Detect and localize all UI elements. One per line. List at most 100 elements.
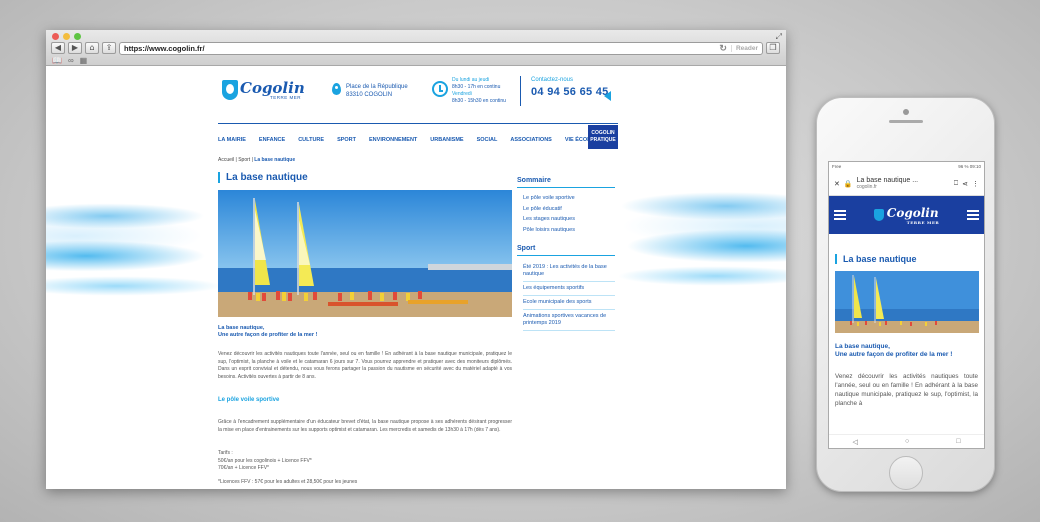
top-sites-icon[interactable]: ▦ xyxy=(80,56,88,65)
menu-item-mairie[interactable]: LA MAIRIE xyxy=(218,137,246,143)
phone-screen: Free 96 % 09:10 ✕ 🔒 La base nautique ...… xyxy=(828,161,985,449)
tab-title: La base nautique ... xyxy=(856,176,919,184)
hours-label-2: Vendredi xyxy=(452,91,472,97)
location-pin-icon xyxy=(332,83,341,95)
mobile-intro-heading: La base nautique, Une autre façon de pro… xyxy=(835,343,984,358)
menu-item-associations[interactable]: ASSOCIATIONS xyxy=(510,137,551,143)
phone-home-button[interactable] xyxy=(889,456,923,490)
menu-item-culture[interactable]: CULTURE xyxy=(298,137,324,143)
mobile-phone-mockup: Free 96 % 09:10 ✕ 🔒 La base nautique ...… xyxy=(816,97,995,492)
bookmarks-book-icon[interactable]: 📖 xyxy=(52,56,62,65)
bookmarks-bar: 📖 ∞ ▦ xyxy=(52,56,87,65)
nav-recents-icon[interactable]: □ xyxy=(956,438,960,445)
cogolin-shield-icon xyxy=(873,209,884,221)
sport-title: Sport xyxy=(517,245,615,256)
reading-list-icon[interactable]: ∞ xyxy=(68,56,74,65)
nav-home-icon[interactable]: ○ xyxy=(905,438,909,445)
menu-divider xyxy=(218,123,618,124)
sidebar: Sommaire Le pôle voile sportive Le pôle … xyxy=(517,177,615,331)
front-camera xyxy=(903,109,909,115)
tarifs-note: *Licences FFV : 57€ pour les adultes et … xyxy=(218,478,358,485)
sport-link[interactable]: Été 2019 : Les activités de la base naut… xyxy=(523,261,615,282)
contact-block: Contactez-nous 04 94 56 65 45 xyxy=(531,77,609,98)
decorative-wave-left xyxy=(46,156,246,406)
reader-button[interactable]: Reader xyxy=(730,44,758,52)
speaker-icon[interactable] xyxy=(604,91,611,101)
forward-button[interactable]: ▶ xyxy=(68,42,82,54)
mobile-logo-text: Cogolin xyxy=(886,205,939,220)
sport-list: Été 2019 : Les activités de la base naut… xyxy=(517,261,615,331)
address-block: Place de la République 83310 COGOLIN xyxy=(332,83,408,99)
mobile-catamaran-photo xyxy=(835,271,979,333)
bookmark-icon[interactable]: ⎕ xyxy=(954,180,958,188)
carrier-text: Free xyxy=(832,164,842,169)
sommaire-link[interactable]: Le pôle voile sportive xyxy=(523,193,615,204)
share-icon[interactable]: ⋖ xyxy=(962,180,968,188)
menu-item-environnement[interactable]: ENVIRONNEMENT xyxy=(369,137,417,143)
sommaire-link[interactable]: Le pôle éducatif xyxy=(523,204,615,215)
tab-info[interactable]: La base nautique ... cogolin.fr xyxy=(857,177,950,191)
battery-time-text: 96 % 09:10 xyxy=(958,164,981,169)
minimize-window-button[interactable] xyxy=(63,33,70,40)
intro-line1: La base nautique, xyxy=(218,325,265,331)
header-divider xyxy=(520,76,521,106)
secondary-menu-icon[interactable] xyxy=(966,210,979,220)
nav-back-icon[interactable]: ◁ xyxy=(853,438,858,446)
intro-paragraph: Venez découvrir les activités nautiques … xyxy=(218,351,512,380)
close-window-button[interactable] xyxy=(52,33,59,40)
sommaire-list: Le pôle voile sportive Le pôle éducatif … xyxy=(517,193,615,235)
sport-link[interactable]: Ecole municipale des sports xyxy=(523,296,615,310)
phone-number[interactable]: 04 94 56 65 45 xyxy=(531,86,609,98)
main-menu: LA MAIRIE ENFANCE CULTURE SPORT ENVIRONN… xyxy=(218,125,618,152)
sommaire-link[interactable]: Les stages nautiques xyxy=(523,214,615,225)
share-icon[interactable]: ⇪ xyxy=(102,42,116,54)
address-line1: Place de la République xyxy=(346,84,408,90)
menu-highlight-line2: PRATIQUE xyxy=(590,137,616,143)
back-button[interactable]: ◀ xyxy=(51,42,65,54)
address-bar[interactable]: https://www.cogolin.fr/ ↻ Reader xyxy=(119,41,763,55)
sommaire-link[interactable]: Pôle loisirs nautiques xyxy=(523,225,615,236)
menu-item-sport[interactable]: SPORT xyxy=(337,137,356,143)
tab-domain: cogolin.fr xyxy=(856,183,877,190)
tarifs-block: Tarifs : 50€/an pour les cogolinois + Li… xyxy=(218,450,512,486)
logo-text: Cogolin xyxy=(240,78,305,97)
menu-item-urbanisme[interactable]: URBANISME xyxy=(430,137,463,143)
clock-icon xyxy=(432,81,448,97)
sport-link[interactable]: Animations sportives vacances de printem… xyxy=(523,310,615,331)
intro-heading: La base nautique, Une autre façon de pro… xyxy=(218,325,317,339)
menu-item-cogolin-pratique[interactable]: COGOLIN PRATIQUE xyxy=(588,125,618,149)
intro-line2: Une autre façon de profiter de la mer ! xyxy=(218,332,318,338)
zoom-window-button[interactable] xyxy=(74,33,81,40)
reload-icon[interactable]: ↻ xyxy=(719,43,727,54)
mobile-intro-line1: La base nautique, xyxy=(835,343,890,350)
section-heading-voile-sportive: Le pôle voile sportive xyxy=(218,397,280,403)
breadcrumb-separator: | xyxy=(235,157,237,163)
close-tab-icon[interactable]: ✕ xyxy=(834,180,840,188)
tabs-icon[interactable]: ❐ xyxy=(766,42,780,54)
home-icon[interactable]: ⌂ xyxy=(85,42,99,54)
voile-sportive-paragraph: Grâce à l'encadrement supplémentaire d'u… xyxy=(218,419,512,433)
mobile-intro-line2: Une autre façon de profiter de la mer ! xyxy=(835,350,953,358)
site-header: Cogolin TERRE MER Place de la République… xyxy=(218,74,618,118)
browser-toolbar: ⤢ ◀ ▶ ⌂ ⇪ https://www.cogolin.fr/ ↻ Read… xyxy=(46,30,786,66)
sport-link[interactable]: Les équipements sportifs xyxy=(523,282,615,296)
menu-item-social[interactable]: SOCIAL xyxy=(477,137,498,143)
site-logo[interactable]: Cogolin TERRE MER xyxy=(222,80,305,100)
earpiece-speaker xyxy=(889,120,923,123)
phone-status-bar: Free 96 % 09:10 xyxy=(829,162,984,172)
tarifs-label: Tarifs : xyxy=(218,450,233,456)
mobile-site-header: Cogolin TERRE MER xyxy=(829,196,984,234)
lock-icon: 🔒 xyxy=(843,180,853,188)
hours-value-2: 8h30 - 15h30 en continu xyxy=(452,98,506,104)
more-options-icon[interactable]: ⋮ xyxy=(972,180,979,188)
breadcrumb-home[interactable]: Accueil xyxy=(218,157,234,163)
menu-hamburger-icon[interactable] xyxy=(834,210,846,220)
breadcrumb-current: La base nautique xyxy=(254,157,296,163)
tarif-line-2: 70€/an + Licence FFV* xyxy=(218,465,270,471)
menu-item-enfance[interactable]: ENFANCE xyxy=(259,137,285,143)
main-content: Accueil | Sport | La base nautique La ba… xyxy=(218,153,618,489)
phone-browser-bar: ✕ 🔒 La base nautique ... cogolin.fr ⎕ ⋖ … xyxy=(829,172,984,196)
breadcrumb-sport[interactable]: Sport xyxy=(238,157,250,163)
mobile-site-logo[interactable]: Cogolin TERRE MER xyxy=(873,205,939,225)
website-page: Cogolin TERRE MER Place de la République… xyxy=(46,66,786,489)
